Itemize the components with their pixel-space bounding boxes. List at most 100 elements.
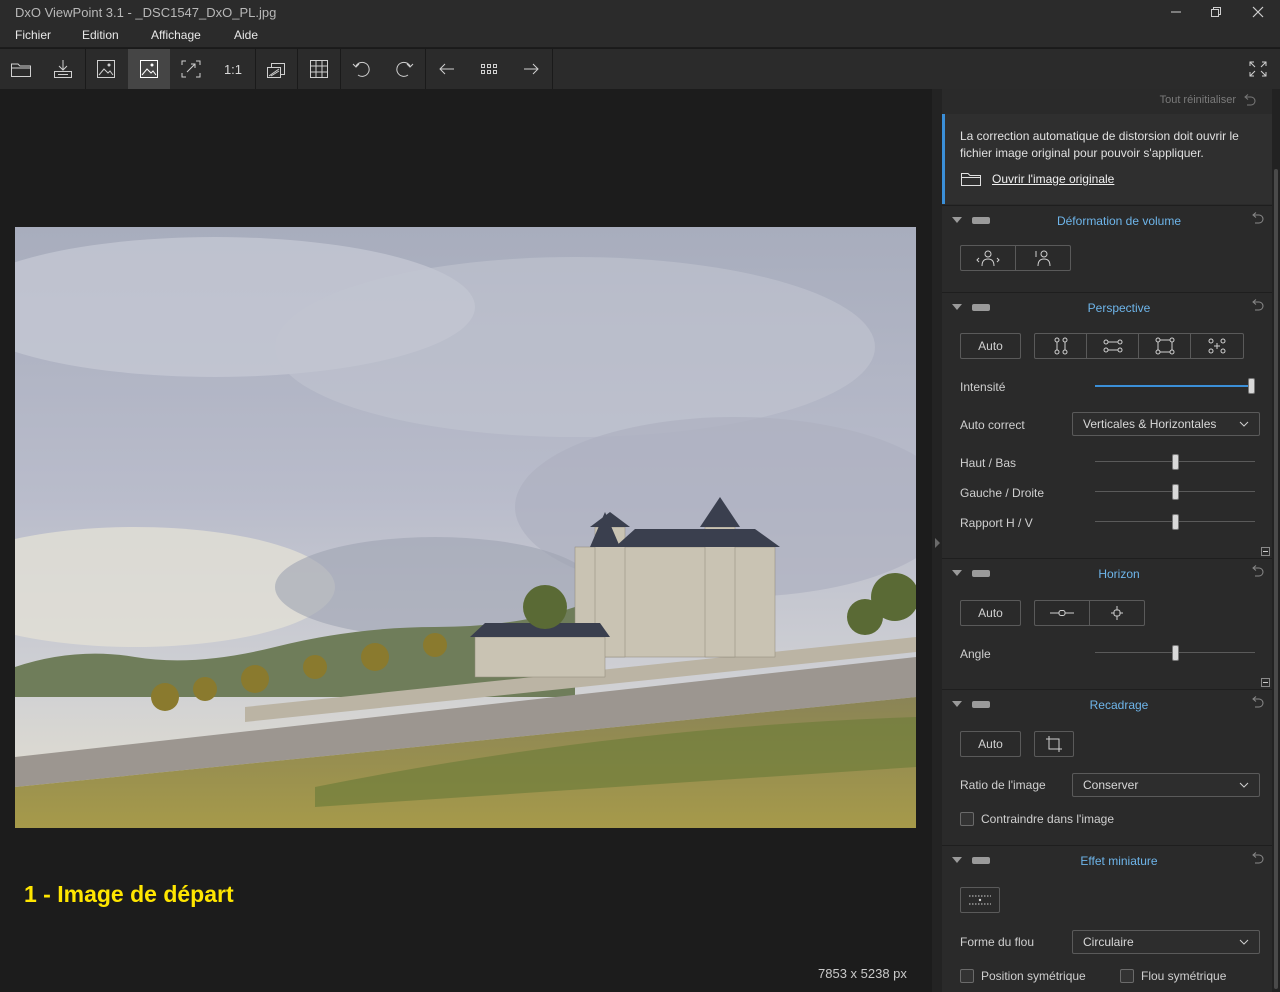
section-miniature-title: Effet miniature xyxy=(1080,854,1158,868)
rotate-right-icon[interactable] xyxy=(383,49,425,89)
gauche-droite-slider-knob[interactable] xyxy=(1172,484,1179,500)
menu-fichier[interactable]: Fichier xyxy=(15,28,51,42)
section-volume: Déformation de volume xyxy=(942,205,1272,292)
image-corrected-icon[interactable] xyxy=(128,49,170,89)
chevron-down-icon xyxy=(1239,939,1249,945)
angle-slider[interactable] xyxy=(1095,645,1255,661)
gauche-droite-slider[interactable] xyxy=(1095,484,1255,500)
constrain-label: Contraindre dans l'image xyxy=(981,812,1115,826)
haut-bas-slider-knob[interactable] xyxy=(1172,454,1179,470)
miniature-tool-icon[interactable] xyxy=(960,887,1000,913)
crop-icon[interactable] xyxy=(1034,731,1074,757)
section-reset-icon[interactable] xyxy=(1250,565,1264,577)
sym-blur-label: Flou symétrique xyxy=(1141,969,1227,983)
blur-shape-label: Forme du flou xyxy=(960,935,1035,949)
open-folder-icon[interactable] xyxy=(0,49,42,89)
reset-all-button[interactable]: Tout réinitialiser xyxy=(1160,94,1256,106)
section-miniature-header[interactable]: Effet miniature xyxy=(942,846,1272,876)
filmstrip-icon[interactable] xyxy=(468,49,510,89)
angle-slider-knob[interactable] xyxy=(1172,645,1179,661)
volume-spherical-icon[interactable] xyxy=(1016,246,1071,270)
section-reset-icon[interactable] xyxy=(1250,212,1264,224)
section-horizon: Horizon Auto Angle xyxy=(942,558,1272,689)
section-perspective-title: Perspective xyxy=(1087,301,1151,315)
export-icon[interactable] xyxy=(42,49,84,89)
fit-screen-icon[interactable] xyxy=(170,49,212,89)
ratio-select[interactable]: Conserver xyxy=(1072,773,1260,797)
haut-bas-slider[interactable] xyxy=(1095,454,1255,470)
sym-blur-checkbox-box[interactable] xyxy=(1120,969,1134,983)
open-original-label: Ouvrir l'image originale xyxy=(992,172,1115,186)
section-horizon-title: Horizon xyxy=(1098,567,1140,581)
chevron-down-icon xyxy=(1239,421,1249,427)
section-perspective: Perspective Auto Intensité Auto correct xyxy=(942,292,1272,558)
section-recadrage-title: Recadrage xyxy=(1089,698,1149,712)
haut-bas-label: Haut / Bas xyxy=(960,456,1017,470)
section-miniature: Effet miniature Forme du flou Circulaire… xyxy=(942,845,1272,992)
sym-position-checkbox-box[interactable] xyxy=(960,969,974,983)
ratio-label: Ratio de l'image xyxy=(960,778,1046,792)
auto-correct-select[interactable]: Verticales & Horizontales xyxy=(1072,412,1260,436)
angle-label: Angle xyxy=(960,647,991,661)
volume-cylindrical-icon[interactable] xyxy=(961,246,1016,270)
compare-icon[interactable] xyxy=(255,49,297,89)
section-reset-icon[interactable] xyxy=(1250,299,1264,311)
perspective-rectangle-icon[interactable] xyxy=(1139,334,1191,358)
image-dimensions: 7853 x 5238 px xyxy=(818,966,907,981)
title-bar: DxO ViewPoint 3.1 - _DSC1547_DxO_PL.jpg xyxy=(0,0,1280,24)
section-perspective-header[interactable]: Perspective xyxy=(942,293,1272,323)
sym-blur-checkbox[interactable]: Flou symétrique xyxy=(1120,969,1226,983)
photo-preview[interactable] xyxy=(15,227,916,828)
image-viewer[interactable]: 1 - Image de départ 7853 x 5238 px xyxy=(0,89,932,992)
intensity-slider[interactable] xyxy=(1095,378,1255,394)
panel-splitter[interactable] xyxy=(932,89,942,992)
intensity-slider-knob[interactable] xyxy=(1248,378,1255,394)
perspective-points-icon[interactable] xyxy=(1191,334,1243,358)
image-original-icon[interactable] xyxy=(85,49,127,89)
collapse-advanced-icon[interactable] xyxy=(1261,547,1270,556)
close-icon[interactable] xyxy=(1238,0,1278,24)
menu-edition[interactable]: Edition xyxy=(82,28,119,42)
section-recadrage-header[interactable]: Recadrage xyxy=(942,690,1272,720)
horizon-horizontal-icon[interactable] xyxy=(1035,601,1090,625)
horizon-auto-button[interactable]: Auto xyxy=(960,600,1021,626)
volume-mode-group xyxy=(960,245,1071,271)
distortion-info-text: La correction automatique de distorsion … xyxy=(960,129,1239,160)
folder-icon xyxy=(961,173,981,186)
rapport-slider-knob[interactable] xyxy=(1172,514,1179,530)
previous-icon[interactable] xyxy=(426,49,468,89)
grid-icon[interactable] xyxy=(298,49,340,89)
collapse-advanced-icon[interactable] xyxy=(1261,678,1270,687)
section-reset-icon[interactable] xyxy=(1250,852,1264,864)
chevron-down-icon xyxy=(1239,782,1249,788)
section-volume-header[interactable]: Déformation de volume xyxy=(942,206,1272,236)
blur-shape-select[interactable]: Circulaire xyxy=(1072,930,1260,954)
fullscreen-icon[interactable] xyxy=(1237,49,1279,89)
section-reset-icon[interactable] xyxy=(1250,696,1264,708)
perspective-auto-button[interactable]: Auto xyxy=(960,333,1021,359)
panel-scrollbar-thumb[interactable] xyxy=(1274,169,1278,989)
next-icon[interactable] xyxy=(510,49,552,89)
section-recadrage: Recadrage Auto Ratio de l'image Conserve… xyxy=(942,689,1272,845)
constrain-checkbox[interactable]: Contraindre dans l'image xyxy=(960,812,1114,826)
corrections-panel: Tout réinitialiser La correction automat… xyxy=(942,89,1272,992)
menu-affichage[interactable]: Affichage xyxy=(151,28,201,42)
perspective-vertical-icon[interactable] xyxy=(1035,334,1087,358)
restore-icon[interactable] xyxy=(1196,0,1236,24)
sym-position-checkbox[interactable]: Position symétrique xyxy=(960,969,1086,983)
constrain-checkbox-box[interactable] xyxy=(960,812,974,826)
perspective-horizontal-icon[interactable] xyxy=(1087,334,1139,358)
actual-size-button[interactable]: 1:1 xyxy=(212,49,254,89)
minimize-icon[interactable] xyxy=(1156,0,1196,24)
section-horizon-header[interactable]: Horizon xyxy=(942,559,1272,589)
menu-aide[interactable]: Aide xyxy=(234,28,258,42)
recadrage-auto-button[interactable]: Auto xyxy=(960,731,1021,757)
horizon-vertical-icon[interactable] xyxy=(1090,601,1145,625)
intensity-label: Intensité xyxy=(960,380,1006,394)
undo-icon xyxy=(1244,94,1256,106)
rotate-left-icon[interactable] xyxy=(341,49,383,89)
open-original-link[interactable]: Ouvrir l'image originale xyxy=(960,171,1114,187)
section-volume-title: Déformation de volume xyxy=(1056,214,1182,228)
panel-scrollbar[interactable] xyxy=(1272,89,1280,992)
rapport-slider[interactable] xyxy=(1095,514,1255,530)
